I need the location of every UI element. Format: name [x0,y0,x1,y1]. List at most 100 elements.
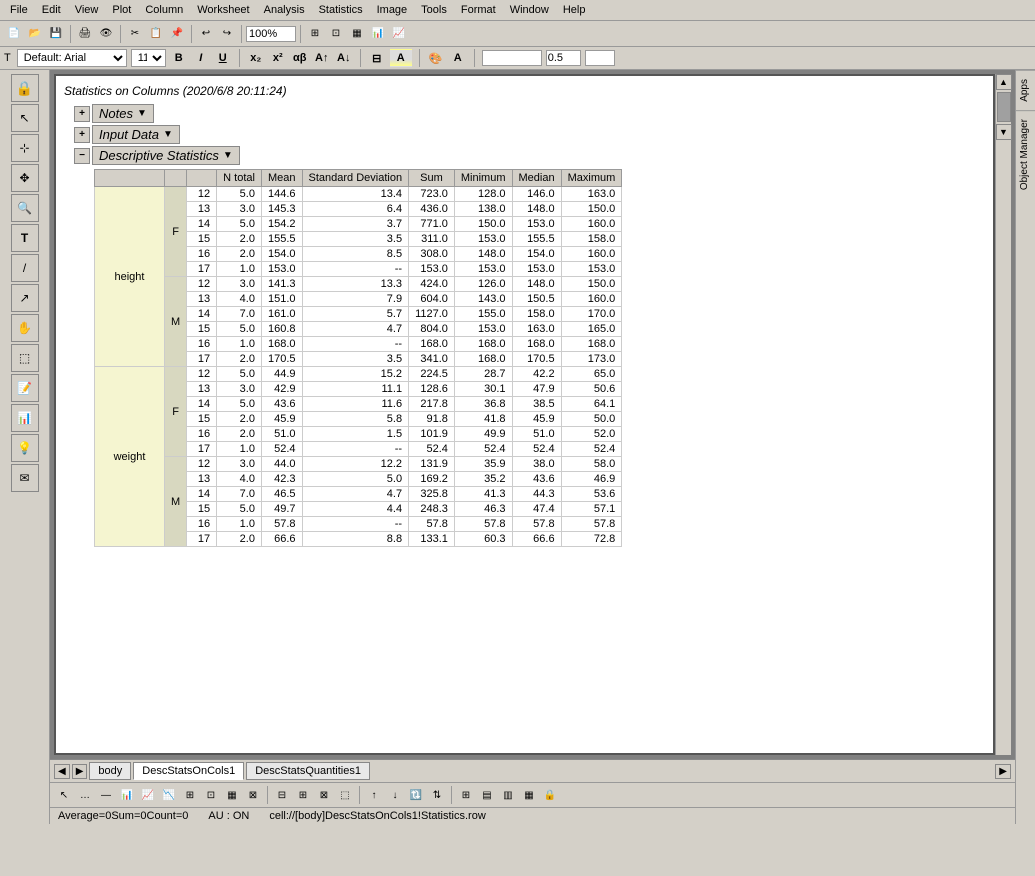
notes-expander[interactable]: + [74,106,90,122]
menu-edit[interactable]: Edit [36,2,67,18]
paste-icon[interactable]: 📌 [167,24,187,44]
move-icon[interactable]: ✥ [11,164,39,192]
bt-icon15[interactable]: ↑ [364,785,384,805]
bt-icon8[interactable]: ⊡ [201,785,221,805]
menu-statistics[interactable]: Statistics [313,2,369,18]
menu-view[interactable]: View [69,2,105,18]
special-char-btn[interactable]: αβ [291,49,309,67]
hand-icon[interactable]: ✋ [11,314,39,342]
bt-icon3[interactable]: — [96,785,116,805]
smart-hint-icon[interactable]: 💡 [11,434,39,462]
input-data-label[interactable]: Input Data ▼ [92,125,180,144]
font-select[interactable]: Default: Arial [17,49,127,67]
tool1-icon[interactable]: ⊞ [305,24,325,44]
tool4-icon[interactable]: 📊 [368,24,388,44]
line-style-btn[interactable] [482,50,542,66]
notes-label[interactable]: Notes ▼ [92,104,154,123]
desc-stats-label[interactable]: Descriptive Statistics ▼ [92,146,240,165]
underline-button[interactable]: U [214,49,232,67]
graph-icon[interactable]: 📊 [11,404,39,432]
menu-file[interactable]: File [4,2,34,18]
open-icon[interactable]: 📂 [25,24,45,44]
new-icon[interactable]: 📄 [4,24,24,44]
print-icon[interactable]: 🖨 [75,24,95,44]
menu-plot[interactable]: Plot [106,2,137,18]
bt-icon1[interactable]: ↖ [54,785,74,805]
tool5-icon[interactable]: 📈 [389,24,409,44]
tab-body[interactable]: body [89,762,131,780]
bt-icon6[interactable]: 📉 [159,785,179,805]
menu-window[interactable]: Window [504,2,555,18]
bt-icon18[interactable]: ⇅ [427,785,447,805]
cut-icon[interactable]: ✂ [125,24,145,44]
text-color-btn[interactable]: A [449,49,467,67]
copy-icon[interactable]: 📋 [146,24,166,44]
menu-analysis[interactable]: Analysis [258,2,311,18]
fill-color-btn[interactable]: A [390,49,412,67]
text-icon[interactable]: T [11,224,39,252]
bg-color-btn[interactable]: 🎨 [427,49,445,67]
notes-dropdown-arrow[interactable]: ▼ [137,108,147,119]
bt-icon21[interactable]: ▥ [498,785,518,805]
bt-icon5[interactable]: 📈 [138,785,158,805]
bt-icon16[interactable]: ↓ [385,785,405,805]
tool2-icon[interactable]: ⊡ [326,24,346,44]
bt-icon10[interactable]: ⊠ [243,785,263,805]
subscript-btn[interactable]: x₂ [247,49,265,67]
font-size-select[interactable]: 11 [131,49,166,67]
vertical-scrollbar[interactable]: ▲ ▼ [995,74,1011,755]
menu-image[interactable]: Image [371,2,414,18]
menu-worksheet[interactable]: Worksheet [191,2,255,18]
preview-icon[interactable]: 👁 [96,24,116,44]
menu-help[interactable]: Help [557,2,592,18]
region-icon[interactable]: ⬚ [11,344,39,372]
line-color-btn[interactable] [585,50,615,66]
bt-icon12[interactable]: ⊞ [293,785,313,805]
font-size-inc[interactable]: A↑ [313,49,331,67]
input-dropdown-arrow[interactable]: ▼ [163,129,173,140]
tab-scroll-right[interactable]: ▶ [995,764,1011,779]
tab-desc-stats[interactable]: DescStatsOnCols1 [133,762,244,780]
scroll-up-arrow[interactable]: ▲ [996,74,1012,90]
bold-button[interactable]: B [170,49,188,67]
input-data-expander[interactable]: + [74,127,90,143]
messages-icon[interactable]: ✉ [11,464,39,492]
bt-icon4[interactable]: 📊 [117,785,137,805]
font-size-dec[interactable]: A↓ [335,49,353,67]
scroll-right-btn[interactable]: ▶ [72,764,88,779]
border-btn[interactable]: ⊟ [368,49,386,67]
lock-icon[interactable]: 🔒 [11,74,39,102]
zoom-select[interactable]: 100% [246,26,296,42]
draw-arrow-icon[interactable]: ↗ [11,284,39,312]
bt-icon13[interactable]: ⊠ [314,785,334,805]
draw-line-icon[interactable]: / [11,254,39,282]
annotation-icon[interactable]: 📝 [11,374,39,402]
line-width-select[interactable]: 0.5 [546,50,581,66]
bt-icon9[interactable]: ▦ [222,785,242,805]
tool3-icon[interactable]: ▦ [347,24,367,44]
bt-icon22[interactable]: ▦ [519,785,539,805]
bt-icon20[interactable]: ▤ [477,785,497,805]
desc-stats-expander[interactable]: − [74,148,90,164]
bt-icon23[interactable]: 🔒 [540,785,560,805]
bt-icon19[interactable]: ⊞ [456,785,476,805]
scroll-left-btn[interactable]: ◀ [54,764,70,779]
zoom-tool-icon[interactable]: 🔍 [11,194,39,222]
menu-format[interactable]: Format [455,2,502,18]
bt-icon2[interactable]: … [75,785,95,805]
object-manager-label[interactable]: Object Manager [1016,110,1035,198]
bt-icon17[interactable]: 🔃 [406,785,426,805]
arrow-icon[interactable]: ↖ [11,104,39,132]
superscript-btn[interactable]: x² [269,49,287,67]
menu-column[interactable]: Column [139,2,189,18]
italic-button[interactable]: I [192,49,210,67]
undo-icon[interactable]: ↩ [196,24,216,44]
tab-desc-quantities[interactable]: DescStatsQuantities1 [246,762,370,780]
scroll-down-arrow[interactable]: ▼ [996,124,1012,140]
apps-label[interactable]: Apps [1016,70,1035,110]
bt-icon11[interactable]: ⊟ [272,785,292,805]
redo-icon[interactable]: ↪ [217,24,237,44]
scroll-thumb[interactable] [997,92,1011,122]
save-icon[interactable]: 💾 [46,24,66,44]
menu-tools[interactable]: Tools [415,2,453,18]
